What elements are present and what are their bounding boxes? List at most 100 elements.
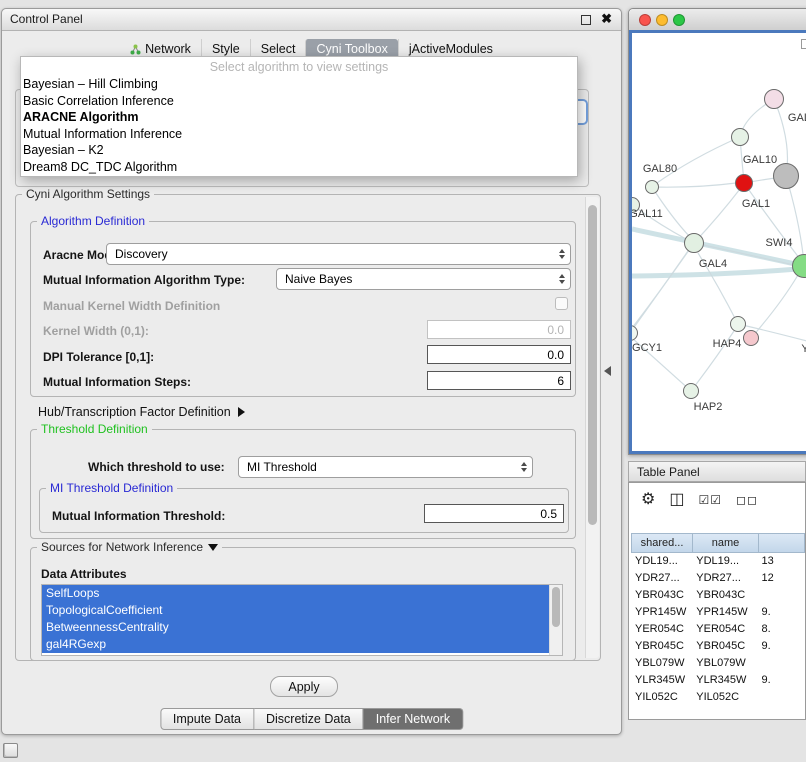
mi-steps-input[interactable]: 6 [427, 371, 571, 390]
algorithm-option[interactable]: Mutual Information Inference [21, 126, 577, 143]
table-cell [758, 689, 803, 706]
tab-impute-data[interactable]: Impute Data [160, 708, 254, 730]
graph-node-hap2[interactable] [683, 383, 699, 399]
attribute-item[interactable]: TopologicalCoefficient [42, 602, 550, 619]
network-window-titlebar[interactable] [629, 9, 806, 31]
table-row[interactable]: YBL079WYBL079W [631, 655, 803, 672]
table-cell: YDL19... [692, 553, 757, 570]
network-canvas[interactable]: GAL8GAL80GAL10GAL11GAL1SWI4GAL4GCY1HAP4Y… [629, 30, 806, 454]
table-row[interactable]: YBR043CYBR043C [631, 587, 803, 604]
algorithm-dropdown-popup: Select algorithm to view settings Bayesi… [20, 56, 578, 177]
algorithm-option[interactable]: Dream8 DC_TDC Algorithm [21, 159, 577, 176]
settings-scroll-thumb[interactable] [588, 205, 597, 525]
columns-icon[interactable]: ◫ [669, 491, 684, 509]
attributes-scroll-thumb[interactable] [552, 587, 560, 627]
table-panel-titlebar[interactable]: Table Panel [628, 461, 806, 482]
tab-label: Style [212, 42, 240, 56]
table-row[interactable]: YBR045CYBR045C9. [631, 638, 803, 655]
table-cell: YBR043C [692, 587, 757, 604]
table-row[interactable]: YPR145WYPR145W9. [631, 604, 803, 621]
mi-algorithm-type-select[interactable]: Naive Bayes [276, 268, 571, 290]
node-label: GAL8 [788, 112, 806, 124]
table-cell: YIL052C [631, 689, 692, 706]
float-window-icon[interactable] [581, 15, 591, 25]
minimized-panel-icon[interactable] [3, 743, 18, 758]
table-header-row: shared...name [631, 533, 805, 553]
data-attributes-label: Data Attributes [41, 567, 127, 581]
algorithm-option[interactable]: Basic Correlation Inference [21, 93, 577, 110]
kernel-width-label: Kernel Width (0,1): [43, 324, 149, 338]
mac-minimize-icon[interactable] [656, 14, 668, 26]
table-row[interactable]: YDL19...YDL19...13 [631, 553, 803, 570]
deselect-all-icon[interactable]: ◻◻ [736, 491, 758, 509]
mac-close-icon[interactable] [639, 14, 651, 26]
table-cell [758, 655, 803, 672]
bottom-tab-bar: Impute DataDiscretize DataInfer Network [160, 708, 463, 730]
dpi-tolerance-input[interactable]: 0.0 [427, 345, 571, 364]
table-row[interactable]: YLR345WYLR345W9. [631, 672, 803, 689]
tab-discretize-data[interactable]: Discretize Data [254, 708, 364, 730]
graph-node-pink-hap4[interactable] [743, 330, 759, 346]
aracne-mode-select[interactable]: Discovery [106, 243, 571, 265]
graph-node-pink-top[interactable] [764, 89, 784, 109]
node-label: Y [801, 343, 806, 355]
combo-stepper-icon [521, 462, 527, 472]
table-cell: YPR145W [631, 604, 692, 621]
expand-triangle-icon [238, 407, 245, 417]
select-all-icon[interactable]: ☑☑ [698, 491, 722, 509]
table-cell: YLR345W [692, 672, 757, 689]
table-cell: YDL19... [631, 553, 692, 570]
table-panel-title: Table Panel [637, 465, 700, 479]
settings-scrollbar[interactable] [585, 197, 599, 658]
graph-node-gal4[interactable] [684, 233, 704, 253]
panel-collapse-arrow[interactable] [604, 366, 611, 376]
tab-label: jActiveModules [409, 42, 493, 56]
column-header[interactable] [759, 533, 805, 553]
data-attributes-items: SelfLoopsTopologicalCoefficientBetweenne… [42, 585, 562, 653]
column-header[interactable]: name [693, 533, 759, 553]
tab-infer-network[interactable]: Infer Network [364, 708, 463, 730]
mac-zoom-icon[interactable] [673, 14, 685, 26]
hub-definition-section[interactable]: Hub/Transcription Factor Definition [38, 405, 245, 419]
attributes-scrollbar[interactable] [549, 585, 562, 655]
sources-group: Sources for Network Inference Data Attri… [30, 547, 576, 661]
control-panel-titlebar[interactable]: Control Panel ✖ [2, 9, 621, 31]
tab-label: Select [261, 42, 296, 56]
table-row[interactable]: YIL052CYIL052C [631, 689, 803, 706]
node-label: GAL11 [629, 208, 662, 220]
kernel-width-input[interactable]: 0.0 [427, 320, 571, 339]
graph-node-green-2[interactable] [645, 180, 659, 194]
desktop: Control Panel ✖ NetworkStyleSelectCyni T… [0, 0, 806, 762]
algorithm-option[interactable]: Bayesian – Hill Climbing [21, 76, 577, 93]
graph-node-red-selected[interactable] [735, 174, 753, 192]
node-label: GAL10 [743, 154, 777, 166]
data-attributes-list[interactable]: SelfLoopsTopologicalCoefficientBetweenne… [41, 584, 563, 656]
node-label: SWI4 [766, 237, 793, 249]
hub-definition-label: Hub/Transcription Factor Definition [38, 405, 231, 419]
graph-node-green-1[interactable] [731, 128, 749, 146]
node-label: HAP2 [694, 401, 723, 413]
gear-icon[interactable]: ⚙ [641, 491, 655, 509]
table-cell: 12 [758, 570, 803, 587]
attribute-item[interactable]: SelfLoops [42, 585, 550, 602]
table-row[interactable]: YDR27...YDR27...12 [631, 570, 803, 587]
column-header[interactable]: shared... [631, 533, 693, 553]
which-threshold-select[interactable]: MI Threshold [238, 456, 533, 478]
network-window: GAL8GAL80GAL10GAL11GAL1SWI4GAL4GCY1HAP4Y… [628, 8, 806, 455]
table-cell: 8. [758, 621, 803, 638]
sources-title-text: Sources for Network Inference [41, 540, 203, 554]
algorithm-option[interactable]: Bayesian – K2 [21, 142, 577, 159]
attribute-item[interactable]: BetweennessCentrality [42, 619, 550, 636]
close-window-icon[interactable]: ✖ [601, 11, 612, 27]
apply-button[interactable]: Apply [270, 676, 338, 697]
manual-kernel-width-checkbox[interactable] [555, 297, 568, 310]
canvas-corner-box[interactable] [801, 39, 806, 49]
table-row[interactable]: YER054CYER054C8. [631, 621, 803, 638]
mi-threshold-input[interactable]: 0.5 [424, 504, 564, 523]
attribute-item[interactable]: gal4RGexp [42, 636, 550, 653]
algorithm-option[interactable]: ARACNE Algorithm [21, 109, 577, 126]
sources-group-title[interactable]: Sources for Network Inference [37, 540, 222, 554]
mi-threshold-definition-title: MI Threshold Definition [46, 481, 177, 495]
graph-node-gray-hub[interactable] [773, 163, 799, 189]
graph-node-green-4[interactable] [730, 316, 746, 332]
